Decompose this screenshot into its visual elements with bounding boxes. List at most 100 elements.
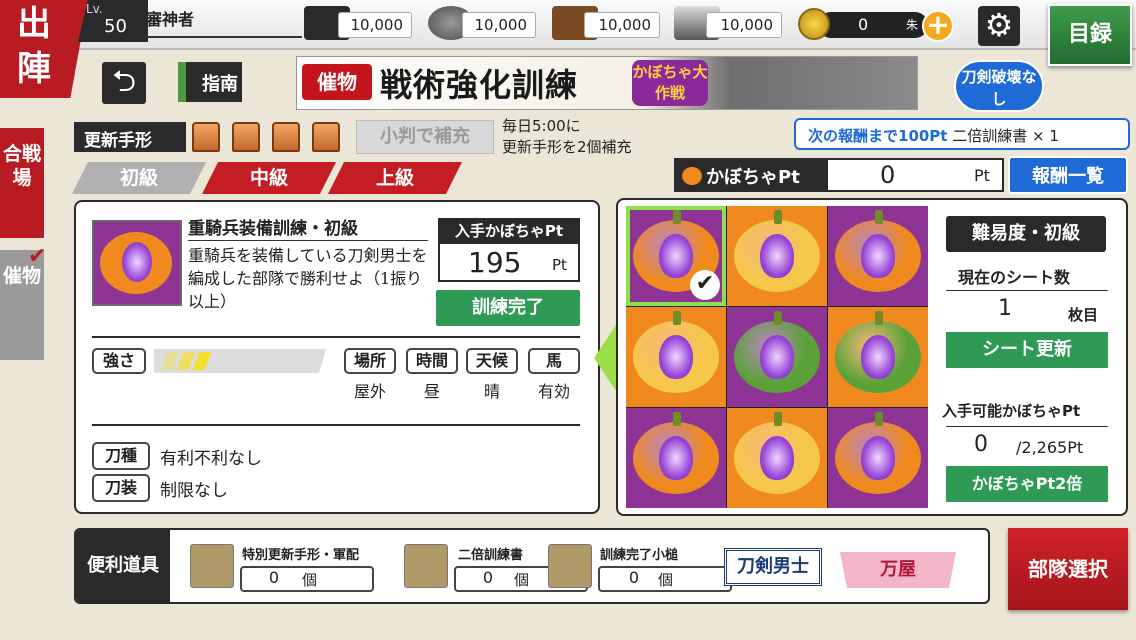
tool-count: 0 — [268, 568, 280, 587]
reward-list-button[interactable]: 報酬一覧 — [1008, 156, 1128, 194]
tool-name: 特別更新手形・軍配 — [242, 548, 360, 563]
ghost-flame-icon — [659, 234, 693, 278]
supplement-with-koban-button[interactable]: 小判で補充 — [356, 120, 494, 154]
mission-title: 重騎兵装備訓練・初級 — [188, 219, 358, 239]
current-sheet-unit: 枚目 — [1068, 306, 1099, 324]
earn-pt-value: 195 — [468, 246, 522, 279]
condition-time-value: 昼 — [423, 382, 440, 401]
pumpkin-icon — [633, 412, 719, 494]
level-label: Lv. — [86, 2, 103, 16]
sheet-cell[interactable] — [626, 307, 726, 407]
tool-unit: 個 — [658, 571, 674, 589]
refill-note-line1: 毎日5:00に — [502, 117, 581, 135]
next-reward-item: 二倍訓練書 × 1 — [952, 127, 1059, 145]
special-renewal-ticket-icon[interactable] — [190, 544, 234, 588]
catalog-button[interactable]: 目録 — [1048, 4, 1132, 66]
pumpkin-icon — [835, 311, 921, 393]
ghost-flame-icon — [659, 436, 693, 480]
mission-description: 重騎兵を装備している刀剣男士を編成した部隊で勝利せよ（1振り以上） — [188, 246, 428, 311]
resource-cooling-material: 10,000 — [584, 12, 660, 38]
add-coins-button[interactable]: + — [922, 10, 954, 42]
event-tag: 催物 — [302, 64, 372, 100]
cell-cleared-check-icon: ✔ — [690, 270, 720, 300]
ghost-flame-icon — [861, 436, 895, 480]
renewal-ticket-label: 更新手形 — [74, 122, 186, 152]
pumpkin-icon — [682, 167, 702, 185]
ghost-flame-icon — [861, 335, 895, 379]
condition-horse-value: 有効 — [537, 382, 570, 401]
difficulty-label: 難易度・初級 — [946, 216, 1106, 252]
sheet-cell[interactable] — [727, 408, 827, 508]
strength-label: 強さ — [92, 348, 146, 374]
selected-check-icon: ✔ — [28, 244, 47, 269]
player-name: 審神者 — [146, 10, 195, 29]
sheet-cell[interactable] — [626, 408, 726, 508]
sheet-cell[interactable] — [828, 206, 928, 306]
double-training-scroll-icon[interactable] — [404, 544, 448, 588]
next-reward-points: 次の報酬まで100Pt — [808, 127, 948, 145]
gear-icon[interactable]: ⚙ — [978, 6, 1020, 46]
sheet-cell[interactable] — [727, 206, 827, 306]
available-pt-total: /2,265Pt — [1016, 438, 1084, 457]
divider — [946, 426, 1108, 427]
earn-pt-label: 入手かぼちゃPt — [438, 218, 580, 244]
pumpkin-pt-unit: Pt — [974, 166, 990, 185]
sheet-cell[interactable] — [727, 307, 827, 407]
guide-button[interactable]: 指南 — [178, 62, 242, 102]
condition-place-value: 屋外 — [353, 382, 386, 401]
tool-count: 0 — [628, 568, 640, 587]
condition-place-label: 場所 — [344, 348, 396, 374]
tool-name: 訓練完了小槌 — [600, 548, 679, 563]
pumpkin-pt-label: かぼちゃPt — [676, 160, 828, 190]
sword-type-label: 刀種 — [92, 442, 150, 470]
ghost-flame-icon — [659, 335, 693, 379]
renewal-ticket-icon — [272, 122, 300, 152]
training-complete-button[interactable]: 訓練完了 — [436, 290, 580, 326]
available-pt-label: 入手可能かぼちゃPt — [942, 402, 1081, 420]
tool-count: 0 — [482, 568, 494, 587]
event-title: 戦術強化訓練 — [380, 66, 579, 104]
tab-difficulty-advanced[interactable]: 上級 — [328, 162, 462, 194]
divider — [92, 336, 580, 338]
level-value: 50 — [104, 16, 127, 37]
sheet-cell[interactable] — [828, 408, 928, 508]
pumpkin-icon — [734, 311, 820, 393]
renewal-ticket-icon — [312, 122, 340, 152]
tab-difficulty-intermediate[interactable]: 中級 — [202, 162, 336, 194]
current-sheet-value: 1 — [998, 296, 1012, 321]
pumpkin-icon — [734, 412, 820, 494]
pumpkin-icon — [734, 210, 820, 292]
tab-battlefield[interactable]: 合戦場 — [0, 128, 44, 238]
sheet-update-button[interactable]: シート更新 — [946, 332, 1108, 368]
sheet-cell[interactable] — [828, 307, 928, 407]
sheet-cell[interactable]: ✔ — [626, 206, 726, 306]
mission-pumpkin-icon — [92, 220, 182, 306]
pumpkin-icon — [633, 311, 719, 393]
divider — [92, 424, 580, 426]
available-pt-value: 0 — [974, 432, 988, 457]
pumpkin-pt-double-button[interactable]: かぼちゃPt2倍 — [946, 466, 1108, 502]
pumpkin-icon — [835, 210, 921, 292]
ghost-flame-icon — [760, 335, 794, 379]
pumpkin-pt-value: 0 — [880, 161, 896, 189]
resource-charcoal: 10,000 — [338, 12, 412, 38]
shop-button[interactable]: 万屋 — [840, 552, 956, 588]
ghost-flame-icon — [760, 436, 794, 480]
divider — [946, 290, 1108, 291]
sword-boys-button[interactable]: 刀剣男士 — [724, 548, 822, 586]
tool-name: 二倍訓練書 — [458, 548, 524, 563]
tool-unit: 個 — [302, 571, 318, 589]
training-mallet-icon[interactable] — [548, 544, 592, 588]
equipment-value: 制限なし — [160, 481, 228, 501]
koban-coin-icon — [798, 8, 830, 40]
equipment-label: 刀装 — [92, 474, 150, 502]
renewal-ticket-icon — [232, 122, 260, 152]
tab-difficulty-beginner[interactable]: 初級 — [72, 162, 206, 194]
tools-label: 便利道具 — [76, 530, 170, 602]
resource-tamahagane: 10,000 — [462, 12, 536, 38]
coin-unit: 朱 — [906, 18, 919, 32]
squad-select-button[interactable]: 部隊選択 — [1008, 528, 1128, 610]
refill-note: 毎日5:00に 更新手形を2個補充 — [502, 116, 632, 158]
back-button[interactable]: ⮌ — [102, 62, 146, 104]
refill-note-line2: 更新手形を2個補充 — [502, 138, 632, 156]
